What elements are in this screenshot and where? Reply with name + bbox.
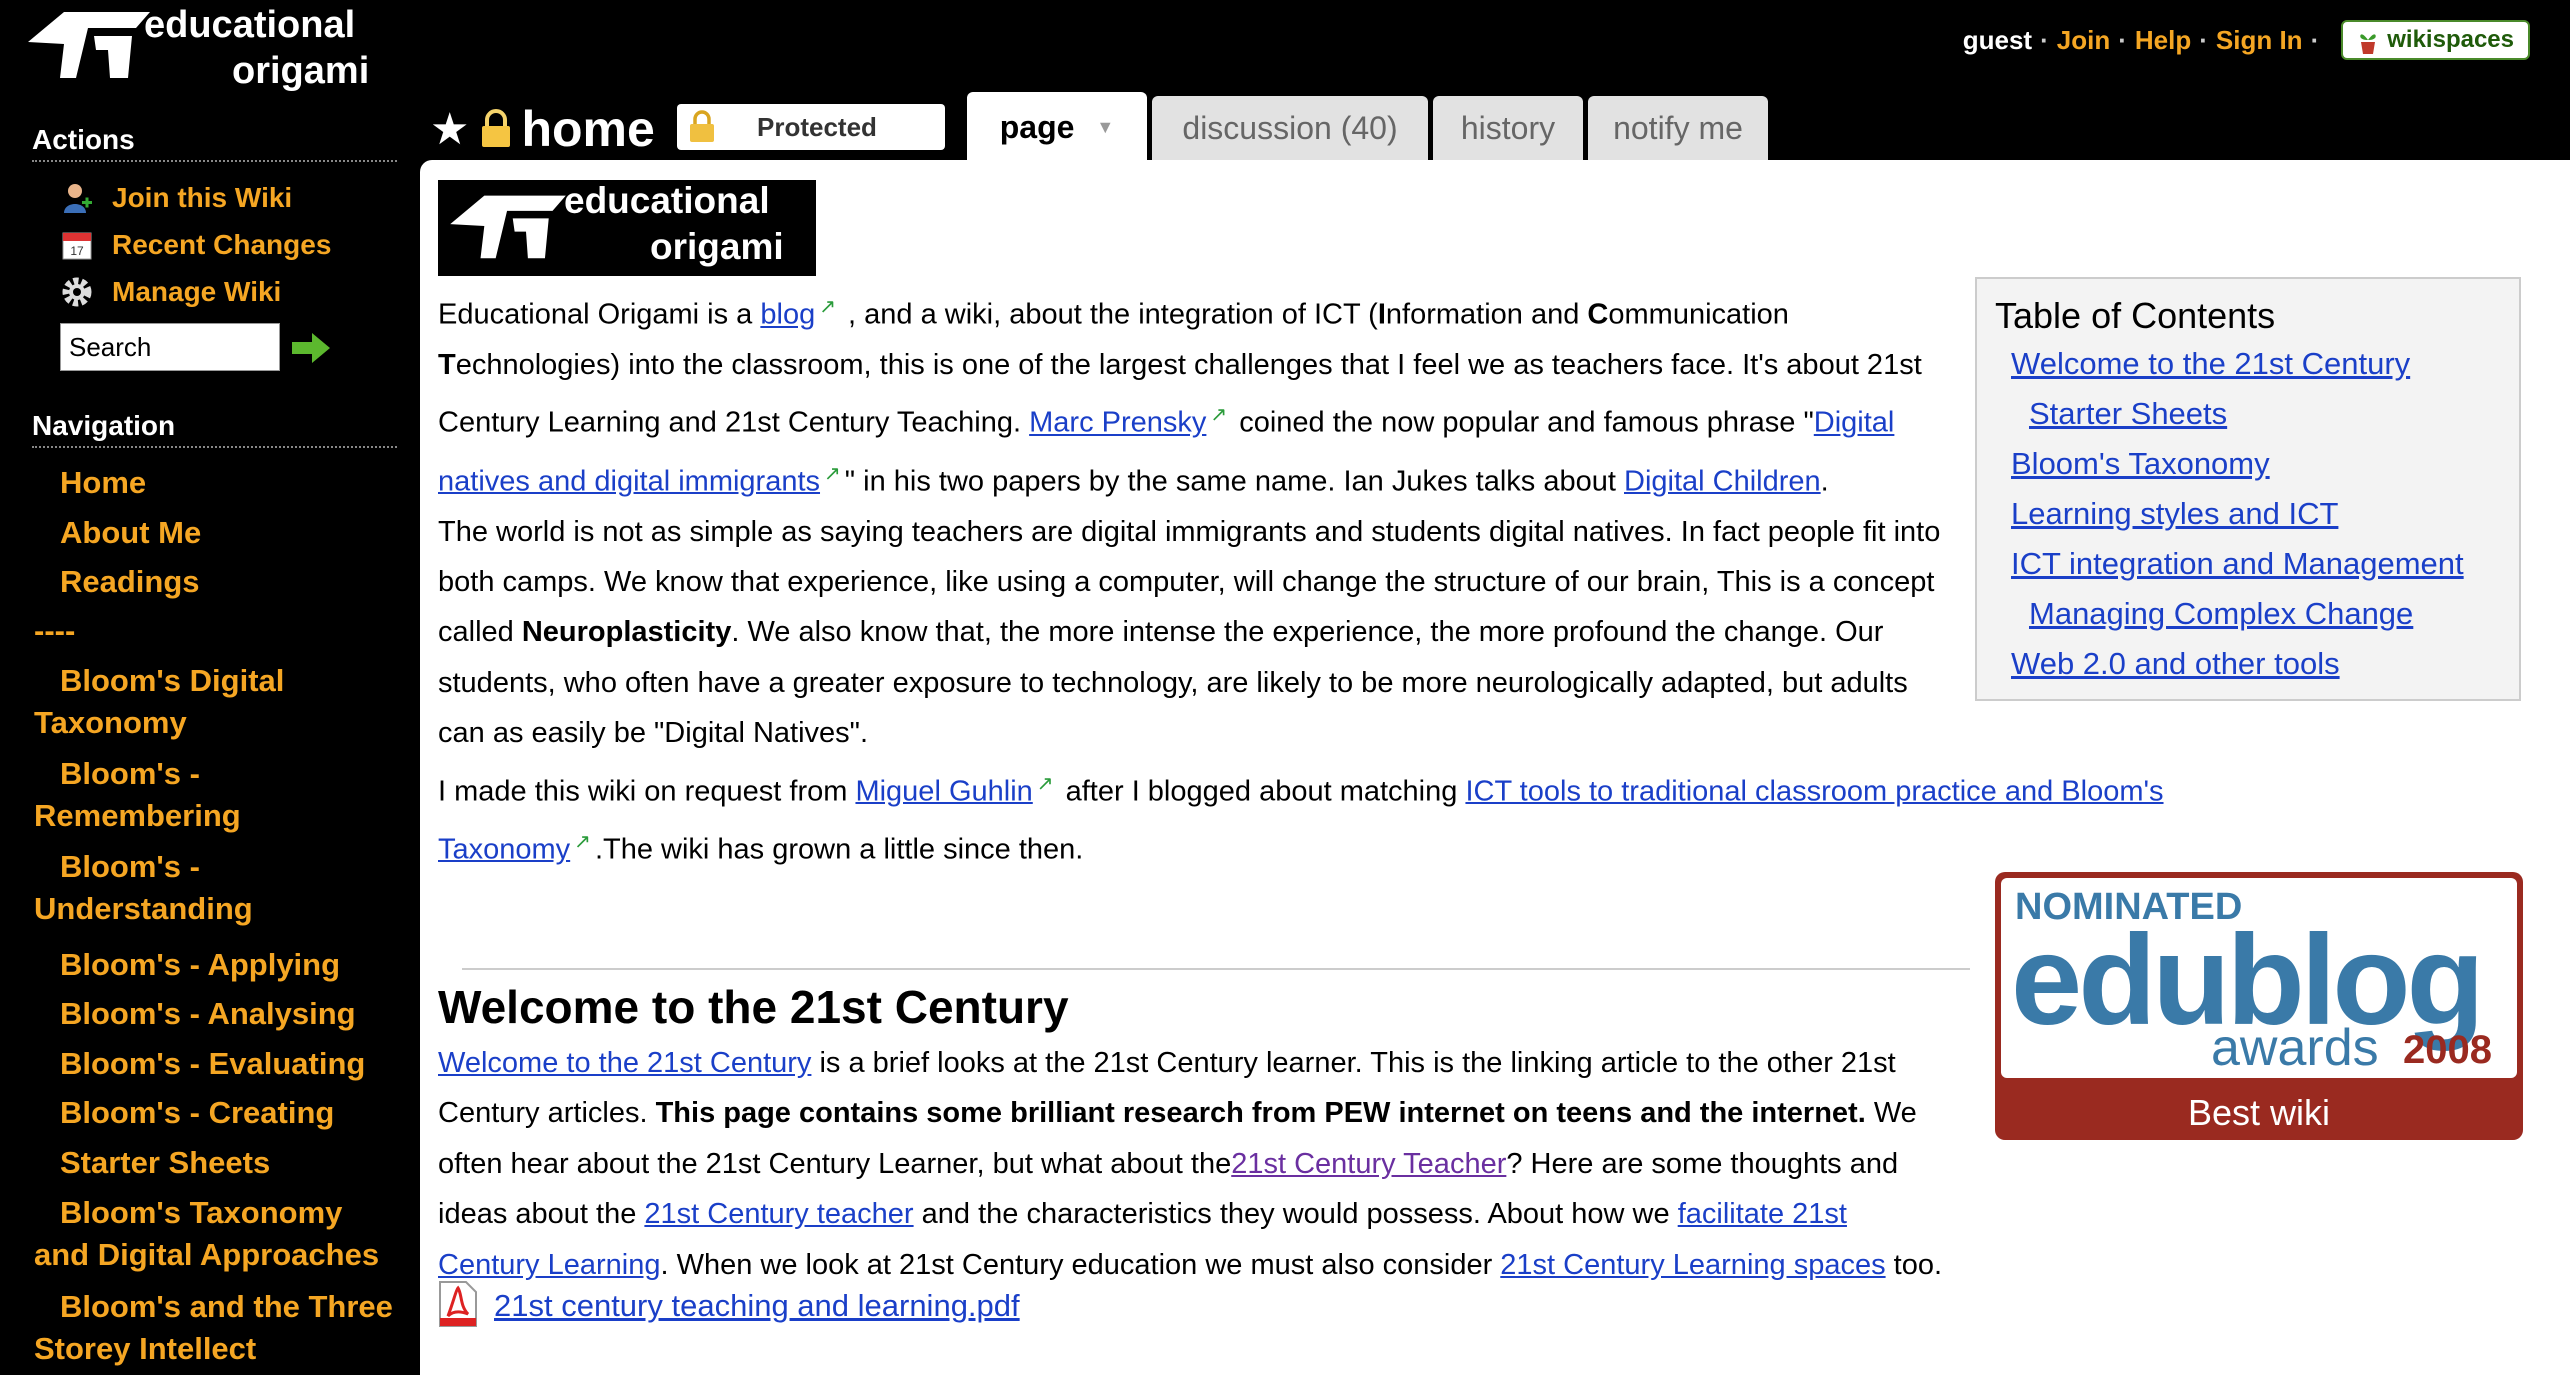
welcome-paragraph: Welcome to the 21st Century is a brief l… <box>438 1047 1943 1281</box>
welcome-21st-century-link[interactable]: Welcome to the 21st Century <box>438 1047 811 1079</box>
nav-blooms-understanding[interactable]: Bloom's - Understanding <box>34 846 274 930</box>
manage-wiki-label: Manage Wiki <box>112 276 282 307</box>
nav-about-me[interactable]: About Me <box>60 512 430 554</box>
nav-blooms-creating[interactable]: Bloom's - Creating <box>60 1092 430 1134</box>
join-wiki-action[interactable]: Join this Wiki <box>60 178 292 218</box>
sidebar: educational origami Actions Join this Wi… <box>0 0 410 1375</box>
pdf-link[interactable]: 21st century teaching and learning.pdf <box>494 1288 1020 1324</box>
learning-spaces-link[interactable]: 21st Century Learning spaces <box>1500 1249 1885 1281</box>
tab-page-label: page <box>999 108 1075 145</box>
tab-notify-label: notify me <box>1613 109 1743 146</box>
award-year: 2008 <box>2403 1028 2492 1072</box>
external-link-icon: ↗ <box>574 830 591 853</box>
tab-discussion[interactable]: discussion (40) <box>1152 96 1428 160</box>
nav-blooms-three-storey[interactable]: Bloom's and the Three Storey Intellect <box>34 1286 404 1370</box>
page-title-row: ★ home <box>430 100 655 158</box>
protected-badge: Protected <box>677 104 945 150</box>
21st-century-teacher-link-2[interactable]: 21st Century teacher <box>644 1198 913 1230</box>
toc-item[interactable]: Managing Complex Change <box>1995 589 2501 639</box>
page-title: home <box>521 101 655 157</box>
nav-separator: ---- <box>34 613 76 648</box>
toc-item[interactable]: Bloom's Taxonomy <box>1995 439 2501 489</box>
calendar-icon: 17 <box>62 232 92 260</box>
origami-crane-icon <box>28 12 150 78</box>
user-add-icon <box>64 184 92 213</box>
wikispaces-label: wikispaces <box>2387 26 2514 53</box>
toc-item[interactable]: Web 2.0 and other tools <box>1995 639 2501 689</box>
gear-icon <box>62 277 92 307</box>
table-of-contents: Table of Contents Welcome to the 21st Ce… <box>1975 277 2521 701</box>
svg-text:17: 17 <box>70 244 84 258</box>
pdf-attachment[interactable]: 21st century teaching and learning.pdf <box>438 1280 1020 1328</box>
nav-blooms-digital-taxonomy[interactable]: Bloom's Digital Taxonomy <box>34 660 404 744</box>
content-logo: educational origami <box>438 180 816 276</box>
chevron-down-icon: ▼ <box>1096 116 1115 137</box>
nav-readings[interactable]: Readings <box>60 561 430 603</box>
external-link-icon: ↗ <box>824 462 841 485</box>
wikispaces-badge[interactable]: wikispaces <box>2341 20 2530 60</box>
guest-label: guest <box>1962 24 2033 55</box>
content-panel: educational origami Educational Origami … <box>420 160 2570 1375</box>
intro-paragraph-2: The world is not as simple as saying tea… <box>438 515 1941 750</box>
toc-item[interactable]: Starter Sheets <box>1995 389 2501 439</box>
help-link[interactable]: Help <box>2135 25 2191 56</box>
search-input[interactable] <box>60 323 280 371</box>
user-bar: guest · Join · Help · Sign In · wikispac… <box>1963 20 2530 60</box>
sign-in-link[interactable]: Sign In <box>2216 25 2303 56</box>
logo-line2: origami <box>232 50 370 92</box>
digital-children-link[interactable]: Digital Children <box>1624 465 1821 497</box>
external-link-icon: ↗ <box>1036 772 1054 795</box>
tab-notify-me[interactable]: notify me <box>1588 96 1768 160</box>
join-link[interactable]: Join <box>2057 25 2110 56</box>
intro-paragraph-3: I made this wiki on request from Miguel … <box>438 772 2164 866</box>
content-logo-line2: origami <box>650 226 784 267</box>
nav-blooms-analysing[interactable]: Bloom's - Analysing <box>60 993 430 1035</box>
site-logo[interactable]: educational origami <box>14 0 394 100</box>
nav-home[interactable]: Home <box>60 462 430 504</box>
nav-blooms-remembering[interactable]: Bloom's - Remembering <box>34 753 274 837</box>
welcome-heading: Welcome to the 21st Century <box>438 981 1069 1033</box>
pdf-icon <box>439 1281 477 1327</box>
blog-link[interactable]: blog <box>760 299 815 331</box>
content-logo-line1: educational <box>564 180 770 221</box>
lock-icon <box>690 110 714 142</box>
tab-page[interactable]: page ▼ <box>967 92 1147 162</box>
toc-title: Table of Contents <box>1995 295 2276 336</box>
nav-blooms-evaluating[interactable]: Bloom's - Evaluating <box>60 1043 430 1085</box>
logo-line1: educational <box>144 4 356 46</box>
toc-item[interactable]: Learning styles and ICT <box>1995 489 2501 539</box>
tab-history-label: history <box>1460 109 1556 146</box>
lock-icon <box>482 109 511 147</box>
toc-item[interactable]: Welcome to the 21st Century <box>1995 339 2501 389</box>
section-divider <box>462 968 1970 970</box>
toc-item[interactable]: ICT integration and Management <box>1995 539 2501 589</box>
join-wiki-label: Join this Wiki <box>112 182 293 213</box>
protected-label: Protected <box>757 111 877 142</box>
recent-changes-label: Recent Changes <box>112 229 332 260</box>
favorite-star-icon[interactable]: ★ <box>430 104 469 155</box>
actions-heading: Actions <box>32 124 397 162</box>
tab-discussion-label: discussion (40) <box>1182 109 1398 146</box>
search-go-arrow-icon[interactable] <box>292 331 332 365</box>
external-link-icon: ↗ <box>1210 404 1228 427</box>
miguel-guhlin-link[interactable]: Miguel Guhlin <box>855 775 1032 807</box>
intro-paragraph-1: Educational Origami is a blog ↗ , and a w… <box>438 296 1922 498</box>
21st-century-teacher-link[interactable]: 21st Century Teacher <box>1231 1148 1506 1180</box>
plant-icon <box>2360 34 2376 54</box>
nav-starter-sheets[interactable]: Starter Sheets <box>60 1142 430 1184</box>
origami-crane-icon <box>450 195 566 259</box>
external-link-icon: ↗ <box>819 296 836 318</box>
nav-blooms-applying[interactable]: Bloom's - Applying <box>60 944 430 986</box>
manage-wiki-action[interactable]: Manage Wiki <box>60 272 281 312</box>
tab-history[interactable]: history <box>1433 96 1583 160</box>
recent-changes-action[interactable]: 17 Recent Changes <box>60 225 331 265</box>
navigation-heading: Navigation <box>32 410 397 448</box>
nav-blooms-digital-approaches[interactable]: Bloom's Taxonomy and Digital Approaches <box>34 1192 404 1276</box>
marc-prensky-link[interactable]: Marc Prensky <box>1029 407 1206 439</box>
